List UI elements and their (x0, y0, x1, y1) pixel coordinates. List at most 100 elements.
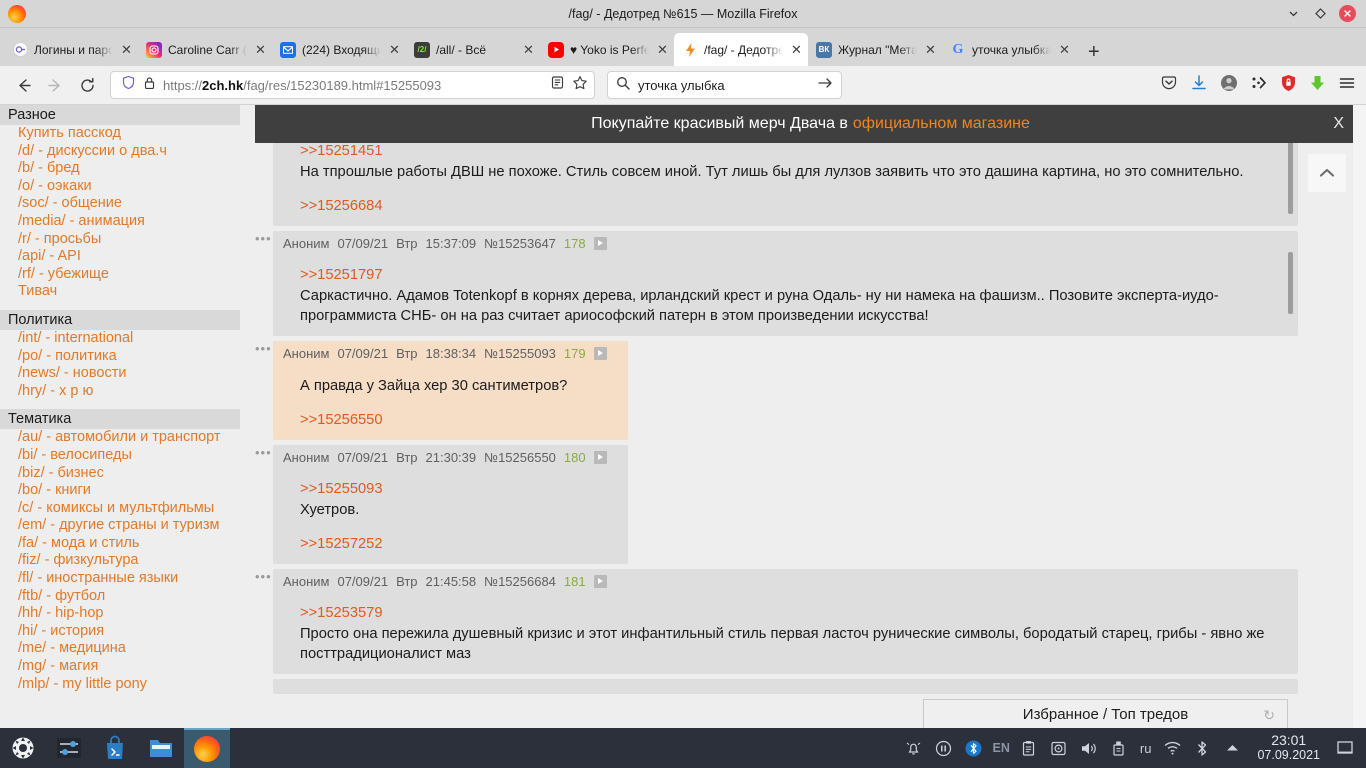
post-menu-icon[interactable]: ••• (255, 231, 273, 245)
shield-icon[interactable] (121, 75, 136, 95)
sidebar-link-bi[interactable]: /bi/ - велосипеды (0, 447, 240, 465)
post-number[interactable]: №15253647 (484, 236, 556, 251)
sidebar-link-biz[interactable]: /biz/ - бизнес (0, 465, 240, 483)
tab-all[interactable]: /2/ /all/ - Всё ✕ (406, 33, 540, 66)
post-reply-link[interactable]: >>15251451 (300, 141, 1284, 161)
post-footer-ref[interactable]: >>15257252 (300, 534, 614, 554)
sidebar-link-mg[interactable]: /mg/ - магия (0, 658, 240, 676)
sidebar-link-mlp[interactable]: /mlp/ - my little pony (0, 676, 240, 694)
reader-view-icon[interactable] (550, 75, 565, 95)
play-icon[interactable] (593, 451, 607, 464)
post-number[interactable]: №15256550 (484, 450, 556, 465)
close-button[interactable] (1339, 5, 1356, 22)
post-menu-icon[interactable]: ••• (255, 445, 273, 459)
keyboard-layout-en[interactable]: EN (989, 741, 1014, 755)
arrow-right-icon[interactable] (818, 76, 833, 95)
video-downloader-icon[interactable] (1309, 74, 1326, 97)
close-icon[interactable]: X (1333, 115, 1344, 133)
close-icon[interactable]: ✕ (1057, 42, 1072, 58)
minimize-button[interactable] (1285, 6, 1301, 22)
wifi-icon[interactable] (1157, 728, 1187, 768)
tab-instagram[interactable]: Caroline Carr (@y ✕ (138, 33, 272, 66)
adblock-shield-icon[interactable] (1280, 74, 1297, 97)
sidebar-link-hi[interactable]: /hi/ - история (0, 623, 240, 641)
settings-icon[interactable] (46, 728, 92, 768)
sidebar-link-po[interactable]: /po/ - политика (0, 348, 240, 366)
download-icon[interactable] (1190, 74, 1208, 97)
pause-icon[interactable] (929, 728, 959, 768)
new-tab-button[interactable]: + (1076, 42, 1112, 66)
post-reply-link[interactable]: >>15253579 (300, 603, 1284, 623)
post-number[interactable]: №15256684 (484, 574, 556, 589)
software-store-icon[interactable] (92, 728, 138, 768)
sidebar-link-media[interactable]: /media/ - анимация (0, 213, 240, 231)
post-footer-ref[interactable]: >>15256550 (300, 410, 614, 430)
close-icon[interactable]: ✕ (789, 42, 804, 58)
sidebar-link-int[interactable]: /int/ - international (0, 330, 240, 348)
sidebar-link-o[interactable]: /o/ - оэкаки (0, 178, 240, 196)
lock-icon[interactable] (143, 76, 156, 95)
post-number[interactable]: №15255093 (484, 346, 556, 361)
pocket-icon[interactable] (1160, 74, 1178, 97)
url-text[interactable]: https://2ch.hk/fag/res/15230189.html#152… (163, 78, 543, 93)
account-avatar-icon[interactable] (1220, 74, 1238, 97)
play-icon[interactable] (593, 347, 607, 360)
close-icon[interactable]: ✕ (119, 42, 134, 58)
start-menu-icon[interactable] (0, 728, 46, 768)
sidebar-link-r[interactable]: /r/ - просьбы (0, 231, 240, 249)
sidebar-link-em[interactable]: /em/ - другие страны и туризм (0, 517, 240, 535)
bluetooth-outline-icon[interactable] (1187, 728, 1217, 768)
volume-icon[interactable] (1074, 728, 1104, 768)
post-menu-icon[interactable]: ••• (255, 341, 273, 355)
sidebar-link-tivach[interactable]: Тивач (0, 283, 240, 301)
tab-loginy[interactable]: Логины и паролl ✕ (4, 33, 138, 66)
sidebar-link-hry[interactable]: /hry/ - х р ю (0, 383, 240, 401)
tab-google-search[interactable]: G уточка улыбка – ✕ (942, 33, 1076, 66)
url-bar[interactable]: https://2ch.hk/fag/res/15230189.html#152… (110, 71, 595, 99)
close-icon[interactable]: ✕ (387, 42, 402, 58)
close-icon[interactable]: ✕ (521, 42, 536, 58)
post-reply-link[interactable]: >>15255093 (300, 479, 614, 499)
star-icon[interactable] (572, 75, 588, 96)
keyboard-layout-ru[interactable]: ru (1134, 741, 1158, 756)
tab-youtube[interactable]: ♥ Yoko is Perfect ✕ (540, 33, 674, 66)
extension-icon[interactable] (1250, 74, 1268, 97)
tab-fag-dedotred[interactable]: /fag/ - Дедотред № ✕ (674, 33, 808, 66)
sidebar-link-bo[interactable]: /bo/ - книги (0, 482, 240, 500)
clipboard-icon[interactable] (1014, 728, 1044, 768)
taskbar-clock[interactable]: 23:01 07.09.2021 (1247, 733, 1330, 763)
refresh-icon[interactable]: ↻ (1263, 707, 1275, 724)
promo-link[interactable]: официальном магазине (853, 115, 1030, 133)
usb-icon[interactable] (1104, 728, 1134, 768)
reload-icon[interactable] (72, 70, 102, 100)
post-footer-ref[interactable]: >>15256684 (300, 196, 1284, 216)
file-manager-icon[interactable] (138, 728, 184, 768)
sidebar-link-api[interactable]: /api/ - API (0, 248, 240, 266)
sidebar-link-news[interactable]: /news/ - новости (0, 365, 240, 383)
sidebar-link-me[interactable]: /me/ - медицина (0, 640, 240, 658)
bell-icon[interactable] (899, 728, 929, 768)
close-icon[interactable]: ✕ (923, 42, 938, 58)
search-bar[interactable]: уточка улыбка (607, 71, 842, 99)
maximize-button[interactable] (1312, 6, 1328, 22)
sidebar-link-fiz[interactable]: /fiz/ - физкультура (0, 552, 240, 570)
search-input[interactable]: уточка улыбка (638, 78, 810, 93)
sidebar-link-au[interactable]: /au/ - автомобили и транспорт (0, 429, 240, 447)
sidebar-link-hh[interactable]: /hh/ - hip-hop (0, 605, 240, 623)
play-icon[interactable] (593, 237, 607, 250)
show-desktop-icon[interactable] (1330, 728, 1360, 768)
close-icon[interactable]: ✕ (655, 42, 670, 58)
tab-vk[interactable]: ВК Журнал "Метамо ✕ (808, 33, 942, 66)
back-arrow-icon[interactable] (8, 70, 38, 100)
post-menu-icon[interactable] (255, 679, 273, 683)
play-icon[interactable] (593, 575, 607, 588)
hamburger-menu-icon[interactable] (1338, 74, 1356, 97)
scroll-up-button[interactable] (1308, 154, 1346, 192)
sidebar-link-b[interactable]: /b/ - бред (0, 160, 240, 178)
tab-mail[interactable]: (224) Входящие - ✕ (272, 33, 406, 66)
post-reply-link[interactable]: >>15251797 (300, 265, 1284, 285)
sidebar-link-fa[interactable]: /fa/ - мода и стиль (0, 535, 240, 553)
sidebar-link-d[interactable]: /d/ - дискуссии о два.ч (0, 143, 240, 161)
post-scrollbar[interactable] (1288, 252, 1293, 314)
post-menu-icon[interactable]: ••• (255, 569, 273, 583)
